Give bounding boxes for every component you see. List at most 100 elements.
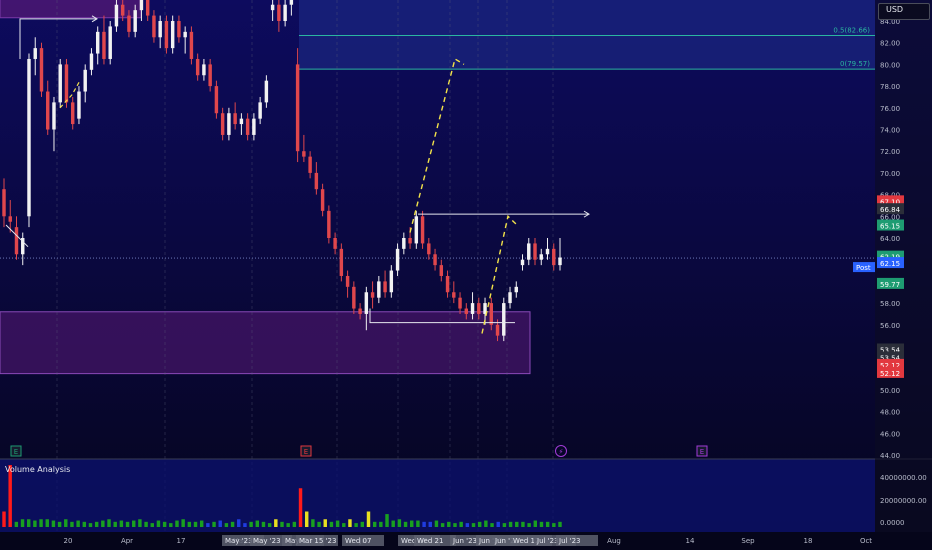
- candle-body: [458, 297, 462, 309]
- volume-bar: [508, 521, 513, 527]
- candle-body: [333, 238, 337, 249]
- event-marker-label: E: [700, 448, 704, 456]
- candle-body: [83, 69, 87, 92]
- candle-body: [52, 102, 56, 130]
- volume-bar: [224, 523, 229, 527]
- volume-bar: [39, 519, 43, 527]
- price-tick-label: 46.00: [880, 430, 900, 438]
- volume-bar: [515, 521, 519, 527]
- volume-bar: [440, 523, 445, 527]
- candle-body: [339, 248, 344, 276]
- volume-bar: [218, 520, 222, 527]
- volume-bar: [26, 519, 31, 527]
- candle-body: [558, 257, 562, 266]
- candle-body: [8, 216, 12, 222]
- candle-body: [489, 303, 493, 325]
- candle-body: [58, 64, 62, 103]
- volume-bar: [156, 520, 161, 527]
- volume-bar: [292, 521, 297, 527]
- candle-body: [102, 31, 106, 59]
- candle-body: [358, 308, 362, 314]
- candle-body: [89, 53, 94, 70]
- candle-body: [127, 15, 131, 32]
- candle-body: [439, 265, 444, 276]
- price-tick-label: 70.00: [880, 170, 900, 178]
- volume-bar: [261, 521, 266, 527]
- event-marker-label: E: [304, 448, 308, 456]
- volume-bar: [237, 519, 241, 527]
- candle-body: [420, 216, 425, 244]
- candle-body: [239, 118, 244, 125]
- price-badge-label: 62.15: [880, 260, 900, 268]
- volume-bar: [484, 520, 488, 527]
- candle-body: [145, 0, 150, 16]
- time-tick-label: 18: [804, 537, 813, 545]
- candle-body: [227, 113, 231, 135]
- volume-bar: [107, 519, 111, 527]
- chart-canvas[interactable]: 0.5(82.66)0(79.57) E E ⚡ E 84.0082.0080.007…: [0, 0, 932, 550]
- currency-button[interactable]: USD: [878, 3, 930, 20]
- volume-bar: [274, 519, 278, 527]
- volume-bar: [14, 521, 19, 527]
- candle-body: [258, 102, 262, 119]
- volume-bar: [403, 521, 408, 527]
- volume-bar: [82, 521, 87, 527]
- candle-body: [533, 243, 537, 260]
- volume-bar: [199, 520, 204, 527]
- volume-bar: [422, 521, 426, 527]
- candle-body: [214, 86, 219, 114]
- volume-bar: [175, 520, 179, 527]
- volume-bar: [298, 488, 303, 527]
- volume-bar: [323, 519, 327, 527]
- price-tick-label: 78.00: [880, 83, 900, 91]
- price-tick-label: 56.00: [880, 322, 900, 330]
- candle-body: [77, 91, 81, 119]
- volume-bar: [212, 521, 216, 527]
- candle-body: [158, 21, 162, 38]
- price-tick-label: 64.00: [880, 235, 900, 243]
- price-badge-label: 52.12: [880, 370, 900, 378]
- volume-bar: [255, 520, 260, 527]
- stock-chart[interactable]: 0.5(82.66) 0(79.57) E E ⚡ E 84.00 82.00 80.00 7…: [0, 0, 932, 550]
- volume-bar: [33, 520, 37, 527]
- volume-bar: [249, 521, 253, 527]
- volume-bar: [138, 519, 142, 527]
- candle-body: [64, 64, 69, 103]
- candle-body: [364, 292, 369, 314]
- volume-bar: [539, 521, 544, 527]
- volume-bar: [101, 520, 105, 527]
- volume-bar: [286, 523, 290, 527]
- volume-bar: [181, 519, 185, 527]
- candle-body: [295, 64, 300, 152]
- candle-body: [308, 156, 312, 173]
- candle-body: [370, 292, 375, 298]
- volume-bar: [447, 521, 451, 527]
- candle-body: [133, 10, 137, 32]
- price-tick-label: 44.00: [880, 452, 900, 460]
- candle-body: [289, 0, 294, 5]
- volume-bar: [471, 523, 476, 527]
- volume-bar: [428, 521, 432, 527]
- volume-bar: [354, 523, 358, 527]
- time-tick-label: Aug: [607, 537, 621, 545]
- time-overlay-label: Mar 15 '23: [299, 537, 336, 545]
- volume-bar: [317, 521, 321, 527]
- volume-bar: [230, 521, 235, 527]
- volume-bar: [132, 520, 136, 527]
- candle-body: [208, 64, 212, 87]
- candle-body: [164, 21, 169, 49]
- volume-bar: [533, 520, 538, 527]
- event-marker-label: ⚡: [559, 448, 564, 456]
- volume-bar: [311, 519, 315, 527]
- candle-body: [452, 292, 456, 298]
- time-axis: 20Apr17May15JunJulAug14Sep18OctMay '23Ma…: [0, 532, 932, 550]
- candle-body: [139, 0, 144, 11]
- volume-bar: [366, 511, 371, 527]
- volume-bar: [329, 521, 334, 527]
- time-tick-label: 14: [686, 537, 695, 545]
- volume-bar: [545, 521, 550, 527]
- volume-bar: [496, 521, 500, 527]
- candle-body: [220, 113, 225, 135]
- candle-body: [427, 243, 431, 255]
- candle-body: [402, 238, 406, 249]
